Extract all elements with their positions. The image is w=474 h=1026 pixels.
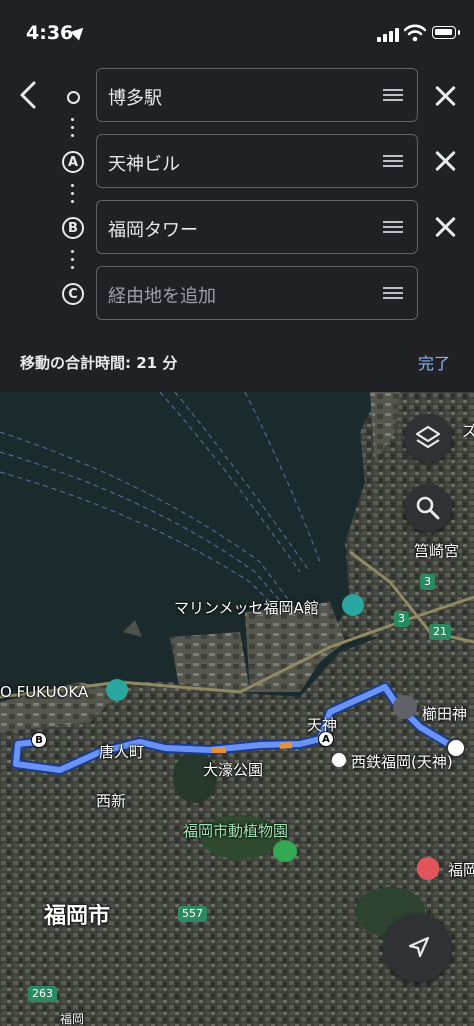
map-label-partial: ズ <box>462 422 474 440</box>
map-label-nishitetsu: 西鉄福岡(天神) <box>351 753 453 771</box>
map-label-fukuoka-tower: O FUKUOKA <box>0 683 89 701</box>
map-label-zoo: 福岡市動植物園 <box>183 822 289 840</box>
wifi-icon <box>404 24 426 42</box>
search-button[interactable] <box>404 484 452 532</box>
road-number: 557 <box>178 906 207 922</box>
navigation-arrow-icon <box>408 936 430 958</box>
stop-b-field[interactable]: 福岡タワー <box>96 200 418 254</box>
add-stop-field[interactable]: 経由地を追加 <box>96 266 418 320</box>
road-number: 3 <box>420 574 435 590</box>
map-label-ohori-park: 大濠公園 <box>203 761 264 779</box>
navigate-button[interactable] <box>384 914 452 982</box>
drag-handle-icon[interactable] <box>383 221 403 235</box>
stop-c-marker: C <box>60 281 86 307</box>
total-travel-time: 移動の合計時間: 21 分 <box>20 354 178 372</box>
stop-c-label: C <box>62 283 84 305</box>
road-number: 21 <box>429 624 451 640</box>
map-label-marine-messe: マリンメッセ福岡A館 <box>174 599 319 617</box>
cellular-signal-icon <box>377 26 401 42</box>
remove-stop-a-button[interactable] <box>432 147 460 175</box>
stop-b-marker: B <box>60 215 86 241</box>
drag-handle-icon[interactable] <box>383 155 403 169</box>
origin-marker <box>60 84 86 110</box>
road-number: 3 <box>394 611 409 627</box>
map-label-tojinmachi: 唐人町 <box>99 743 145 761</box>
search-icon <box>416 496 440 520</box>
map-stop-b-badge[interactable]: B <box>31 732 47 748</box>
stop-a-label: A <box>62 151 84 173</box>
connector-dots <box>70 184 74 208</box>
stop-a-field-text: 天神ビル <box>108 154 180 175</box>
status-bar: 4:36 <box>0 0 474 60</box>
connector-dots <box>70 250 74 274</box>
done-button[interactable]: 完了 <box>418 350 450 374</box>
remove-stop-b-button[interactable] <box>432 213 460 241</box>
layers-icon <box>415 425 441 449</box>
drag-handle-icon[interactable] <box>383 89 403 103</box>
map-label-fukuoka-city: 福岡市 <box>44 904 111 929</box>
back-arrow-icon[interactable] <box>14 78 44 112</box>
add-stop-placeholder: 経由地を追加 <box>108 286 216 307</box>
stop-a-field[interactable]: 天神ビル <box>96 134 418 188</box>
battery-icon <box>432 26 460 39</box>
map-label-tenjin: 天神 <box>307 716 338 734</box>
stop-a-marker: A <box>60 149 86 175</box>
origin-field-text: 博多駅 <box>108 88 162 109</box>
connector-dots <box>70 118 74 142</box>
stop-b-field-text: 福岡タワー <box>108 220 198 241</box>
map-label-fukuoka-right: 福岡 <box>448 861 474 879</box>
stop-b-label: B <box>62 217 84 239</box>
origin-field[interactable]: 博多駅 <box>96 68 418 122</box>
map-label-edge: 福岡 <box>60 1012 85 1026</box>
map-label-hakozaki: 筥崎宮 <box>414 542 460 560</box>
remove-origin-button[interactable] <box>432 82 460 110</box>
road-number: 263 <box>28 986 57 1002</box>
origin-circle-icon <box>66 90 80 104</box>
status-time: 4:36 <box>26 22 74 44</box>
layers-button[interactable] <box>404 414 452 462</box>
satellite-map[interactable]: B A 3 3 21 557 263 マリンメッセ福岡A館 O FUKUOKA … <box>0 392 474 1026</box>
map-label-kushida: 櫛田神 <box>422 705 468 723</box>
drag-handle-icon[interactable] <box>383 287 403 301</box>
map-label-nishijin: 西新 <box>96 792 127 810</box>
